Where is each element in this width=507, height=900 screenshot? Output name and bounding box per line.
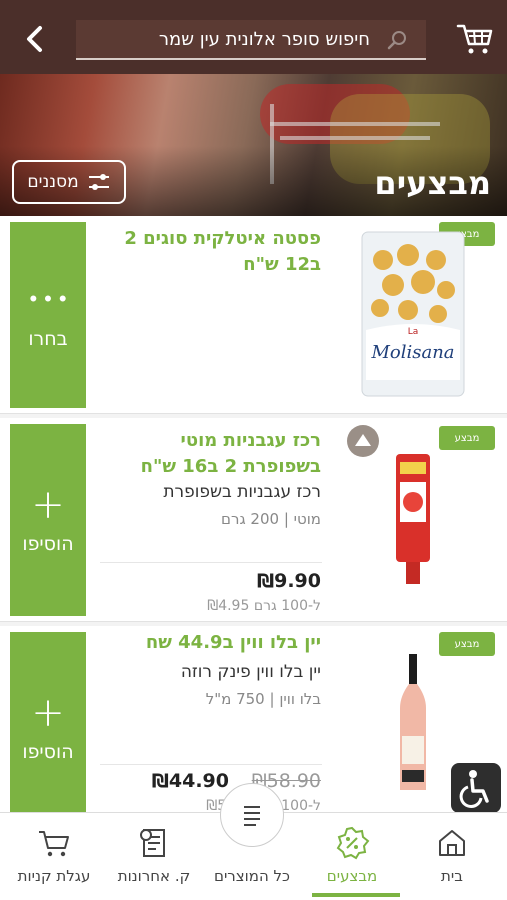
tomato-paste-tube-image[interactable] [392, 452, 434, 592]
product-brand-size: בלו ווין | 750 מ"ל [205, 690, 321, 708]
svg-text:Molisana: Molisana [370, 342, 454, 363]
sale-badge: מבצע [439, 632, 495, 656]
product-name[interactable]: רכז עגבניות בשפופרת [101, 482, 321, 502]
nav-sales[interactable]: מבצעים [304, 813, 400, 900]
product-name[interactable]: יין בלו ווין פינק רוזה [101, 662, 321, 682]
recent-purchases-icon [140, 829, 165, 857]
product-card: + הוסיפו מבצע רכז עגבניות מוטי בשפופרת 2… [0, 418, 507, 622]
nav-sales-label: מבצעים [326, 867, 378, 885]
plus-icon: + [31, 482, 65, 528]
product-price: ₪9.90 [256, 570, 321, 592]
unit-price: ₪4.95 ל-100 גרם [207, 598, 321, 614]
kosher-seal-icon [347, 425, 379, 457]
add-button[interactable]: + הוסיפו [10, 424, 86, 616]
product-brand-size: מוטי | 200 גרם [221, 510, 321, 528]
product-card: • • • בחרו מבצע פסטה איטלקית סוגים 2 ב12… [0, 216, 507, 414]
promo-title[interactable]: פסטה איטלקית סוגים 2 ב12 ש"ח [101, 226, 321, 278]
product-price: ₪44.90 [151, 770, 229, 792]
add-label: הוסיפו [22, 533, 74, 555]
bottom-navigation: עגלת קניות ק. אחרונות כל המוצרים מבצעים [0, 783, 507, 900]
filters-label: מסננים [27, 172, 79, 192]
promo-title[interactable]: רכז עגבניות מוטי בשפופרת 2 ב16 ש"ח [101, 428, 321, 480]
add-button[interactable]: + הוסיפו [10, 632, 86, 812]
pasta-package-image[interactable]: Molisana La [358, 230, 468, 400]
nav-all-products-label: כל המוצרים [214, 867, 290, 885]
sales-icon [336, 826, 370, 860]
nav-home-label: בית [441, 867, 463, 885]
nav-cart-label: עגלת קניות [17, 867, 91, 885]
divider [100, 562, 322, 563]
nav-home[interactable]: בית [404, 813, 500, 900]
all-products-icon [244, 806, 260, 826]
cart-icon [456, 24, 493, 54]
nav-recent-purchases-label: ק. אחרונות [117, 867, 191, 885]
nav-recent-purchases[interactable]: ק. אחרונות [106, 813, 202, 900]
choose-button[interactable]: • • • בחרו [10, 222, 86, 408]
svg-text:La: La [408, 327, 419, 337]
top-bar: חיפוש סופר אלונית עין שמר [0, 0, 507, 74]
product-list[interactable]: • • • בחרו מבצע פסטה איטלקית סוגים 2 ב12… [0, 216, 507, 812]
home-icon [439, 830, 465, 856]
cart-rail-graphic [280, 136, 430, 140]
accessibility-button[interactable] [451, 763, 501, 813]
promo-title[interactable]: יין בלו ווין ב44.9 שח [101, 630, 321, 656]
choose-label: בחרו [28, 328, 68, 350]
nav-cart[interactable]: עגלת קניות [6, 813, 102, 900]
cart-icon [39, 831, 69, 857]
cart-button[interactable] [455, 18, 495, 58]
search-placeholder: חיפוש סופר אלונית עין שמר [158, 29, 370, 50]
active-tab-indicator [312, 893, 400, 897]
search-input[interactable]: חיפוש סופר אלונית עין שמר [76, 20, 426, 60]
plus-icon: + [31, 690, 65, 736]
sale-badge: מבצע [439, 426, 495, 450]
back-button[interactable] [18, 22, 52, 56]
filters-button[interactable]: מסננים [12, 160, 126, 204]
divider [100, 764, 322, 765]
hero-banner: מבצעים מסננים [0, 74, 507, 216]
search-icon [387, 31, 406, 50]
sliders-icon [88, 174, 109, 190]
wheelchair-icon [459, 770, 489, 808]
rose-wine-bottle-image[interactable] [396, 652, 430, 794]
cart-rail-graphic [270, 122, 440, 126]
page-title: מבצעים [374, 164, 491, 202]
nav-all-products[interactable]: כל המוצרים [204, 783, 300, 900]
add-label: הוסיפו [22, 741, 74, 763]
chevron-left-icon [27, 26, 42, 52]
more-dots-icon: • • • [29, 287, 67, 312]
